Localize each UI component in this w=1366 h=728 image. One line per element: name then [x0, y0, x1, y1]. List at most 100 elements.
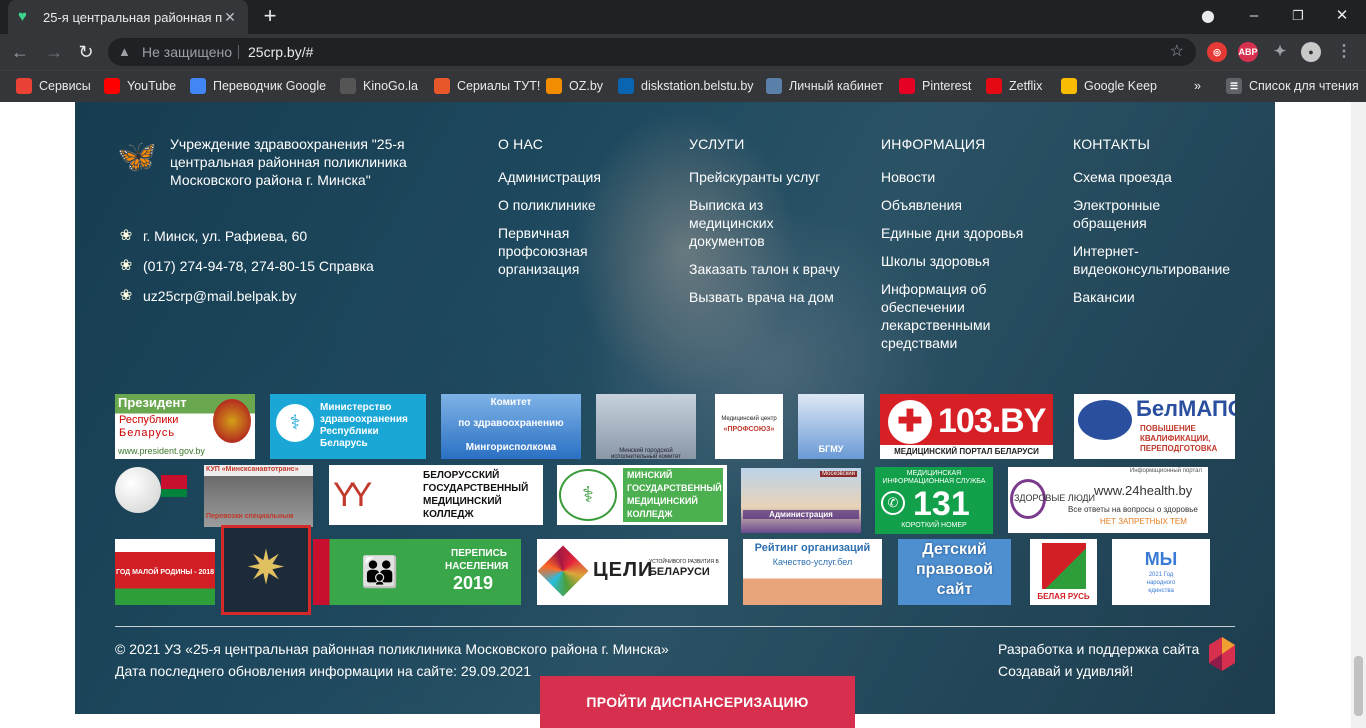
- tab-active[interactable]: ♥ 25-я центральная районная пол ✕: [8, 0, 248, 34]
- bookmark-label: Pinterest: [922, 79, 972, 93]
- bookmark-item[interactable]: Сервисы: [16, 71, 91, 101]
- footer-link[interactable]: Интернет-видеоконсультирование: [1073, 242, 1238, 278]
- sdg-wheel-icon: [537, 545, 589, 597]
- footer-link[interactable]: Прейскуранты услуг: [689, 168, 859, 186]
- bookmark-item[interactable]: diskstation.belstu.by: [618, 71, 754, 101]
- target-extension-icon[interactable]: ◎: [1207, 42, 1227, 62]
- banner-pill-flag[interactable]: [115, 465, 190, 517]
- bookmark-item[interactable]: Переводчик Google: [190, 71, 326, 101]
- footer-link[interactable]: Новости: [881, 168, 1041, 186]
- developer-logo-icon[interactable]: [1209, 637, 1235, 671]
- abp-extension-icon[interactable]: ABP: [1238, 42, 1258, 62]
- phone-icon: ✆: [881, 491, 905, 515]
- footer-link[interactable]: Первичная профсоюзная организация: [498, 224, 608, 278]
- reading-list[interactable]: ☰ Список для чтения: [1226, 71, 1359, 101]
- banner-24health[interactable]: Информационный портал ЗДОРОВЫЕ ЛЮДИ www.…: [1008, 467, 1208, 533]
- minimize-icon[interactable]: –: [1234, 4, 1274, 28]
- belaya-rus-logo-icon: [1042, 543, 1086, 589]
- banner-profsoyuz[interactable]: Медицинский центр «ПРОФСОЮЗ»: [715, 394, 783, 459]
- bookmark-favicon-icon: [899, 78, 915, 94]
- tab-close-icon[interactable]: ✕: [222, 9, 238, 26]
- footer-link[interactable]: Школы здоровья: [881, 252, 1041, 270]
- banner-komitet[interactable]: Комитет по здравоохранению Мингорисполко…: [441, 394, 581, 459]
- footer-col-about: О НАС Администрация О поликлинике Первич…: [498, 135, 668, 288]
- banner-bgmu[interactable]: БГМУ: [798, 394, 864, 459]
- col-title: КОНТАКТЫ: [1073, 136, 1151, 152]
- bookmark-item[interactable]: YouTube: [104, 71, 176, 101]
- footer-link[interactable]: Администрация: [498, 168, 668, 186]
- bookmark-star-icon[interactable]: ☆: [1170, 38, 1184, 66]
- contact-address: ❀ г. Минск, ул. Рафиева, 60: [117, 227, 307, 245]
- url-text[interactable]: 25crp.by/#: [248, 38, 313, 66]
- email-link[interactable]: uz25crp@mail.belpak.by: [143, 288, 297, 304]
- bookmark-item[interactable]: Pinterest: [899, 71, 971, 101]
- banner-bgmk[interactable]: ΥΥ БЕЛОРУССКИЙ ГОСУДАРСТВЕННЫЙ МЕДИЦИНСК…: [329, 465, 543, 525]
- bookmark-favicon-icon: [766, 78, 782, 94]
- profile-avatar-icon[interactable]: ●: [1301, 42, 1321, 62]
- developer-text: Разработка и поддержка сайта: [998, 641, 1200, 657]
- banner-103by[interactable]: ✚ 103.BY МЕДИЦИНСКИЙ ПОРТАЛ БЕЛАРУСИ: [880, 394, 1053, 459]
- forward-icon[interactable]: →: [42, 40, 66, 64]
- bookmarks-overflow-icon[interactable]: »: [1194, 71, 1201, 101]
- dispanserization-button[interactable]: ПРОЙТИ ДИСПАНСЕРИЗАЦИЮ: [540, 676, 855, 728]
- address-text: г. Минск, ул. Рафиева, 60: [143, 228, 308, 244]
- banner-mchs-emblem[interactable]: ✷: [221, 525, 311, 615]
- footer-link[interactable]: Вызвать врача на дом: [689, 288, 859, 306]
- banner-god-edinstva[interactable]: МЫ 2021 Год народного единства: [1112, 539, 1210, 605]
- footer-link[interactable]: Выписка из медицинских документов: [689, 196, 799, 250]
- flag-red-stripe: [161, 475, 187, 489]
- banner-reiting[interactable]: Рейтинг организаций Качество-услуг.бел: [743, 539, 882, 605]
- footer-link[interactable]: Единые дни здоровья: [881, 224, 1041, 242]
- banner-sanavtotrans[interactable]: КУП «Минсксанавтотранс» Перевозки специа…: [204, 465, 313, 527]
- developer-block[interactable]: Разработка и поддержка сайта Создавай и …: [998, 638, 1199, 682]
- tab-search-icon[interactable]: ⬤: [1188, 4, 1228, 28]
- footer-link[interactable]: Вакансии: [1073, 288, 1243, 306]
- heart-favicon-icon: ♥: [18, 8, 27, 25]
- footer-link[interactable]: Информация об обеспечении лекарственными…: [881, 280, 1001, 352]
- banner-president[interactable]: Президент Республики Беларусь www.presid…: [115, 394, 255, 459]
- footer-link[interactable]: Схема проезда: [1073, 168, 1243, 186]
- bookmark-favicon-icon: [546, 78, 562, 94]
- bookmark-item[interactable]: Google Keep: [1061, 71, 1157, 101]
- restore-icon[interactable]: ❐: [1278, 4, 1318, 28]
- bookmark-favicon-icon: [104, 78, 120, 94]
- bookmark-item[interactable]: Личный кабинет: [766, 71, 883, 101]
- banner-131[interactable]: МЕДИЦИНСКАЯ ИНФОРМАЦИОННАЯ СЛУЖБА ✆ 131 …: [875, 467, 993, 534]
- warning-icon[interactable]: ▲: [118, 38, 131, 66]
- puzzle-extensions-icon[interactable]: ✦: [1270, 42, 1290, 62]
- new-tab-icon[interactable]: +: [258, 5, 282, 29]
- banner-mgmk[interactable]: ⚕ МИНСКИЙ ГОСУДАРСТВЕННЫЙ МЕДИЦИНСКИЙ КО…: [557, 465, 727, 525]
- footer-link[interactable]: О поликлинике: [498, 196, 668, 214]
- reload-icon[interactable]: ↻: [74, 40, 98, 64]
- banner-celi[interactable]: ЦЕЛИ УСТОЙЧИВОГО РАЗВИТИЯ В БЕЛАРУСИ: [537, 539, 728, 605]
- bookmark-item[interactable]: Zetflix: [986, 71, 1042, 101]
- scrollbar-thumb[interactable]: [1354, 656, 1363, 716]
- bookmark-favicon-icon: [190, 78, 206, 94]
- footer-link[interactable]: Объявления: [881, 196, 1041, 214]
- scrollbar[interactable]: [1351, 102, 1366, 728]
- banner-belmapo[interactable]: БелМАПО ПОВЫШЕНИЕ КВАЛИФИКАЦИИ, ПЕРЕПОДГ…: [1074, 394, 1235, 459]
- site-footer: 🦋 Учреждение здравоохранения "25-я центр…: [75, 102, 1275, 714]
- close-window-icon[interactable]: ✕: [1322, 4, 1362, 28]
- banner-minzdrav[interactable]: ⚕ Министерство здравоохранения Республик…: [270, 394, 426, 459]
- address-bar[interactable]: ▲ Не защищено 25crp.by/# ☆: [108, 38, 1196, 66]
- reading-list-icon: ☰: [1226, 78, 1242, 94]
- bookmark-favicon-icon: [16, 78, 32, 94]
- banner-detsky-pravovoy[interactable]: Детский правовой сайт: [898, 539, 1011, 605]
- bookmark-label: Переводчик Google: [213, 79, 327, 93]
- bookmark-item[interactable]: OZ.by: [546, 71, 603, 101]
- banner-admin-moskovsky[interactable]: Московский Администрация: [741, 468, 861, 533]
- menu-kebab-icon[interactable]: ⋮: [1334, 42, 1354, 62]
- footer-link[interactable]: Электронные обращения: [1073, 196, 1183, 232]
- banner-perepis-2019[interactable]: 👪 ПЕРЕПИСЬ НАСЕЛЕНИЯ 2019: [313, 539, 521, 605]
- bookmark-item[interactable]: Сериалы ТУТ!: [434, 71, 540, 101]
- bookmark-label: Zetflix: [1009, 79, 1043, 93]
- col-title: ИНФОРМАЦИЯ: [881, 136, 986, 152]
- banner-belaya-rus[interactable]: БЕЛАЯ РУСЬ: [1030, 539, 1097, 605]
- back-icon[interactable]: ←: [8, 40, 32, 64]
- banner-god-maloy-rodiny[interactable]: ГОД МАЛОЙ РОДИНЫ - 2018: [115, 539, 215, 605]
- bookmark-item[interactable]: KinoGo.la: [340, 71, 418, 101]
- bookmark-label: diskstation.belstu.by: [641, 79, 754, 93]
- footer-link[interactable]: Заказать талон к врачу: [689, 260, 859, 278]
- banner-mgik[interactable]: Минский городской исполнительный комитет: [596, 394, 696, 459]
